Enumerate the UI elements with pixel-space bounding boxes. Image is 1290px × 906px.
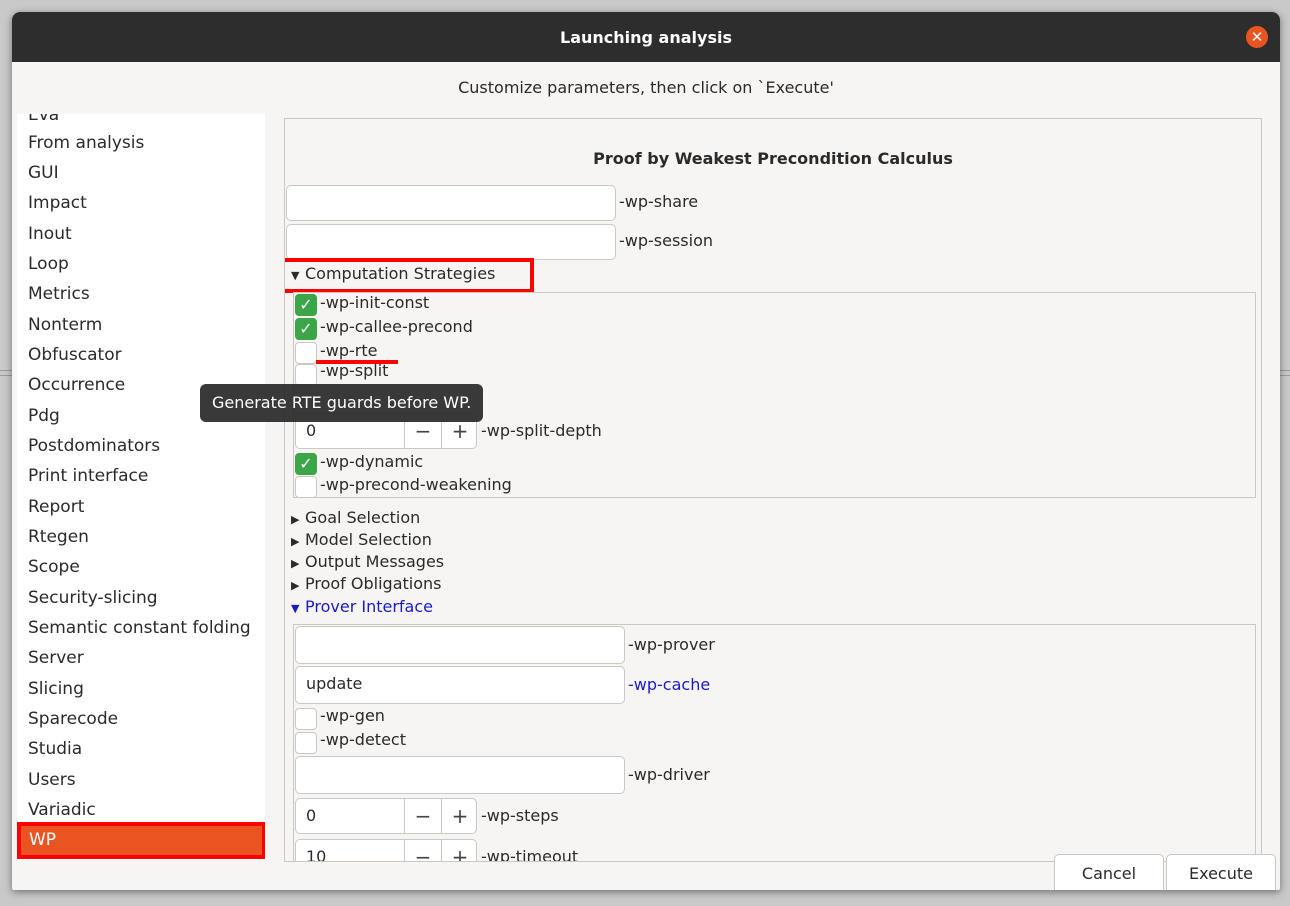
wp-split-checkbox[interactable] bbox=[295, 364, 317, 386]
plus-icon[interactable]: + bbox=[441, 799, 478, 833]
wp-driver-label: -wp-driver bbox=[628, 765, 710, 784]
wp-rte-checkbox[interactable] bbox=[295, 342, 317, 364]
plugin-item[interactable]: Print interface bbox=[28, 461, 148, 491]
wp-driver-input[interactable] bbox=[295, 756, 625, 794]
wp-callee-precond-label: -wp-callee-precond bbox=[320, 317, 473, 336]
wp-init-const-label: -wp-init-const bbox=[320, 293, 430, 312]
wp-gen-checkbox[interactable] bbox=[295, 708, 317, 730]
spinner-value: 10 bbox=[306, 847, 327, 862]
plugin-item[interactable]: Users bbox=[28, 765, 76, 795]
wp-timeout-label: -wp-timeout bbox=[481, 847, 579, 862]
wp-rte-label: -wp-rte bbox=[320, 341, 378, 360]
wp-init-const-checkbox[interactable]: ✓ bbox=[295, 294, 317, 316]
plugin-item[interactable]: Scope bbox=[28, 552, 80, 582]
wp-timeout-spinner[interactable]: 10 − + bbox=[295, 839, 478, 862]
plugin-item[interactable]: Pdg bbox=[28, 401, 60, 431]
goal-selection-expander[interactable]: ▶ Goal Selection bbox=[291, 508, 420, 527]
expander-label: Goal Selection bbox=[305, 508, 421, 527]
wp-detect-checkbox[interactable] bbox=[295, 732, 317, 754]
triangle-down-icon: ▼ bbox=[291, 602, 300, 615]
highlight-box bbox=[285, 258, 534, 293]
launching-analysis-dialog: Launching analysis ✕ Customize parameter… bbox=[12, 12, 1280, 890]
wp-steps-spinner[interactable]: 0 − + bbox=[295, 798, 477, 834]
plugin-item[interactable]: Nonterm bbox=[28, 310, 102, 340]
wp-dynamic-label: -wp-dynamic bbox=[320, 452, 424, 471]
wp-gen-label: -wp-gen bbox=[320, 706, 385, 725]
triangle-right-icon: ▶ bbox=[291, 535, 300, 548]
plugin-item[interactable]: Postdominators bbox=[28, 431, 160, 461]
minus-icon[interactable]: − bbox=[404, 799, 441, 833]
cancel-button[interactable]: Cancel bbox=[1054, 854, 1164, 890]
plugin-item[interactable]: Slicing bbox=[28, 674, 84, 704]
triangle-right-icon: ▶ bbox=[291, 557, 300, 570]
wp-dynamic-checkbox[interactable]: ✓ bbox=[295, 453, 317, 475]
plus-icon[interactable]: + bbox=[441, 840, 478, 861]
wp-prover-input[interactable] bbox=[295, 626, 625, 664]
wp-precond-weakening-checkbox[interactable] bbox=[295, 476, 317, 498]
plugin-item[interactable]: Metrics bbox=[28, 279, 90, 309]
wp-session-input[interactable] bbox=[286, 224, 616, 260]
title-bar: Launching analysis ✕ bbox=[12, 12, 1280, 62]
triangle-right-icon: ▶ bbox=[291, 579, 300, 592]
execute-button[interactable]: Execute bbox=[1166, 854, 1276, 890]
expander-label: Output Messages bbox=[305, 552, 445, 571]
wp-cache-input[interactable]: update bbox=[295, 666, 625, 704]
wp-session-label: -wp-session bbox=[619, 231, 714, 250]
plugin-item[interactable]: Security-slicing bbox=[28, 583, 158, 613]
plugin-item[interactable]: Rtegen bbox=[28, 522, 89, 552]
rte-tooltip: Generate RTE guards before WP. bbox=[200, 384, 484, 422]
wp-split-label: -wp-split bbox=[320, 361, 389, 380]
plugin-item[interactable]: Impact bbox=[28, 188, 87, 218]
options-panel[interactable]: Proof by Weakest Precondition Calculus -… bbox=[284, 118, 1262, 862]
plugin-item[interactable]: Sparecode bbox=[28, 704, 118, 734]
plugin-item[interactable]: Inout bbox=[28, 219, 72, 249]
plugin-item[interactable]: Report bbox=[28, 492, 84, 522]
plugin-item[interactable]: Loop bbox=[28, 249, 69, 279]
plugin-item[interactable]: Variadic bbox=[28, 795, 96, 825]
wp-share-label: -wp-share bbox=[619, 192, 699, 211]
wp-split-depth-label: -wp-split-depth bbox=[481, 421, 602, 440]
expander-label: Prover Interface bbox=[305, 597, 433, 616]
output-messages-expander[interactable]: ▶ Output Messages bbox=[291, 552, 444, 571]
wp-callee-precond-checkbox[interactable]: ✓ bbox=[295, 318, 317, 340]
plugin-item[interactable]: GUI bbox=[28, 158, 59, 188]
wp-prover-label: -wp-prover bbox=[628, 635, 715, 654]
spinner-value: 0 bbox=[306, 806, 317, 825]
wp-detect-label: -wp-detect bbox=[320, 730, 406, 749]
expander-label: Proof Obligations bbox=[305, 574, 442, 593]
expander-label: Model Selection bbox=[305, 530, 432, 549]
plugin-item[interactable]: Semantic constant folding bbox=[28, 613, 251, 643]
minus-icon[interactable]: − bbox=[404, 840, 441, 861]
plugin-item[interactable]: Occurrence bbox=[28, 370, 125, 400]
proof-obligations-expander[interactable]: ▶ Proof Obligations bbox=[291, 574, 441, 593]
plugin-item[interactable]: Obfuscator bbox=[28, 340, 122, 370]
triangle-right-icon: ▶ bbox=[291, 513, 300, 526]
wp-share-input[interactable] bbox=[286, 185, 616, 221]
plugin-item[interactable]: Server bbox=[28, 643, 84, 673]
model-selection-expander[interactable]: ▶ Model Selection bbox=[291, 530, 432, 549]
wp-precond-weakening-label: -wp-precond-weakening bbox=[320, 475, 512, 494]
plugin-item[interactable]: From analysis bbox=[28, 128, 144, 158]
plugin-list[interactable]: Eva From analysis GUI Impact Inout Loop … bbox=[17, 114, 265, 860]
prover-frame: -wp-prover update -wp-cache -wp-gen -wp-… bbox=[293, 624, 1256, 862]
plugin-item[interactable]: Studia bbox=[28, 734, 82, 764]
wp-steps-label: -wp-steps bbox=[481, 806, 559, 825]
close-icon[interactable]: ✕ bbox=[1246, 26, 1268, 48]
instruction-text: Customize parameters, then click on `Exe… bbox=[458, 78, 834, 97]
panel-title: Proof by Weakest Precondition Calculus bbox=[593, 149, 953, 168]
prover-interface-expander[interactable]: ▼ Prover Interface bbox=[291, 597, 433, 616]
wp-cache-label: -wp-cache bbox=[628, 675, 711, 694]
dialog-title: Launching analysis bbox=[560, 27, 732, 47]
plugin-item-wp-selected[interactable]: WP bbox=[17, 822, 265, 859]
